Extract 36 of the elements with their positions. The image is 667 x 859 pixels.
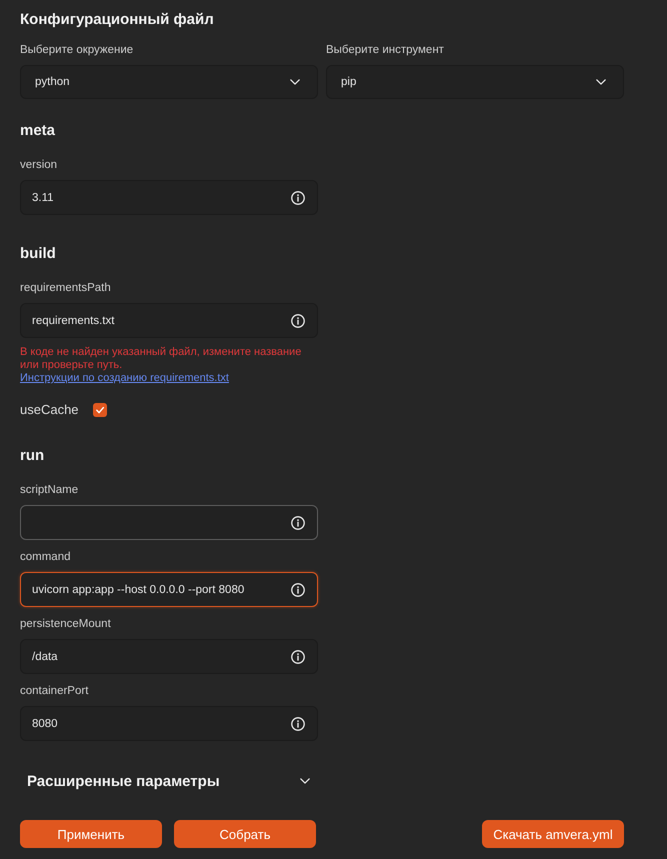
build-button[interactable]: Собрать bbox=[174, 820, 316, 848]
info-icon[interactable] bbox=[291, 314, 305, 328]
download-button[interactable]: Скачать amvera.yml bbox=[482, 820, 624, 848]
section-heading: meta bbox=[20, 121, 56, 141]
field-label: Выберите инструмент bbox=[326, 43, 444, 57]
field-label: version bbox=[20, 158, 58, 172]
info-icon[interactable] bbox=[291, 516, 305, 530]
field-label: Выберите окружение bbox=[20, 43, 134, 57]
section-heading: build bbox=[20, 244, 56, 264]
chevron-down-icon bbox=[290, 79, 300, 85]
text-field[interactable]: /data bbox=[20, 639, 318, 674]
advanced-settings-toggle[interactable]: Расширенные параметры bbox=[20, 771, 318, 791]
select-dropdown[interactable]: python bbox=[20, 65, 318, 99]
field-label: persistenceMount bbox=[20, 617, 111, 631]
section-heading: run bbox=[20, 446, 44, 466]
help-link[interactable]: Инструкции по созданию requirements.txt bbox=[20, 372, 229, 384]
info-icon[interactable] bbox=[291, 716, 305, 730]
select-dropdown[interactable]: pip bbox=[326, 65, 624, 99]
text-field[interactable]: requirements.txt bbox=[20, 303, 318, 338]
info-icon[interactable] bbox=[291, 190, 305, 204]
text-field[interactable]: 8080 bbox=[20, 706, 318, 741]
checkbox-label: useCache bbox=[20, 403, 79, 417]
error-message: В коде не найден указанный файл, измените название или проверьте путь. Инструкции по созданию requirements.txt bbox=[20, 346, 302, 385]
info-icon[interactable] bbox=[291, 650, 305, 664]
text-field[interactable]: 3.11 bbox=[20, 180, 318, 215]
field-label: scriptName bbox=[20, 483, 78, 497]
checkbox[interactable] bbox=[92, 403, 107, 417]
field-label: containerPort bbox=[20, 684, 88, 698]
page-title: Конфигурационный файл bbox=[20, 10, 214, 30]
text-field[interactable]: uvicorn app:app --host 0.0.0.0 --port 8080 bbox=[20, 572, 318, 607]
chevron-down-icon bbox=[596, 79, 606, 85]
info-icon[interactable] bbox=[291, 582, 305, 596]
field-label: command bbox=[20, 550, 70, 564]
apply-button[interactable]: Применить bbox=[20, 820, 162, 848]
field-label: requirementsPath bbox=[20, 281, 111, 295]
text-field[interactable] bbox=[20, 505, 318, 540]
